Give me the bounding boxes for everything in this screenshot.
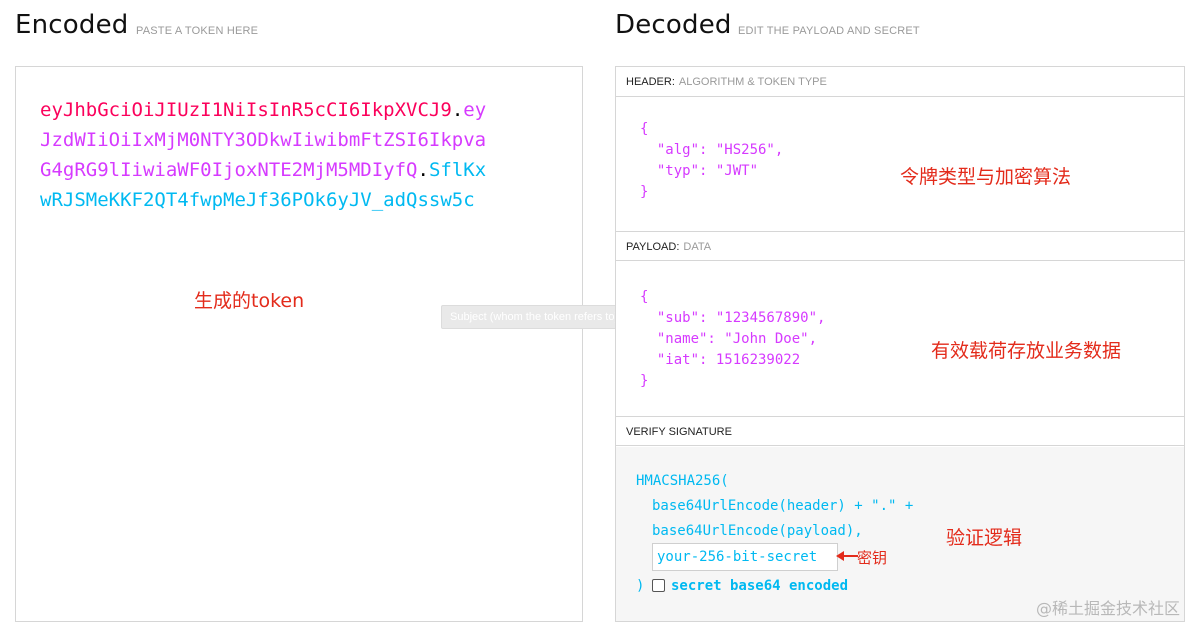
token-segment: SflKx [428,159,487,181]
json-line: "iat": 1516239022 [640,352,801,368]
encoded-subtitle: PASTE A TOKEN HERE [136,25,259,37]
verify-line-header: base64UrlEncode(header) + "." + [652,498,914,514]
base64-encoded-checkbox[interactable] [652,579,665,592]
header-section-title: HEADER: ALGORITHM & TOKEN TYPE [616,67,1184,97]
header-label: HEADER: [626,76,675,88]
secret-input[interactable] [652,543,838,571]
encoded-title: Encoded [15,10,129,40]
header-sublabel: ALGORITHM & TOKEN TYPE [678,76,827,88]
json-line: } [640,373,649,389]
token-segment: wRJSMeKKF2QT4fwpMeJf36POk6yJV_adQssw5c [40,189,475,211]
header-json-editor[interactable]: { "alg": "HS256", "typ": "JWT"} [640,119,783,203]
payload-annotation: 有效载荷存放业务数据 [931,340,1122,362]
json-line: "name": "John Doe", [640,331,818,347]
token-line: eyJhbGciOiJIUzI1NiIsInR5cCI6IkpXVCJ9.ey [40,95,560,125]
token-segment: G4gRG9lIiwiaWF0IjoxNTE2MjM5MDIyfQ [40,159,418,181]
decoded-subtitle: EDIT THE PAYLOAD AND SECRET [738,25,920,37]
token-annotation: 生成的token [194,290,305,312]
claim-tooltip: Subject (whom the token refers to) [441,305,638,329]
verify-line-hmac: HMACSHA256( [636,473,729,489]
encoded-token-editor[interactable]: eyJhbGciOiJIUzI1NiIsInR5cCI6IkpXVCJ9.ey J… [15,66,583,622]
token-line: wRJSMeKKF2QT4fwpMeJf36POk6yJV_adQssw5c [40,185,560,215]
payload-sublabel: DATA [683,241,712,253]
json-line: { [640,121,649,137]
token-segment: . [417,159,429,181]
watermark: @稀土掘金技术社区 [1035,599,1180,618]
verify-line-payload: base64UrlEncode(payload), [652,523,863,539]
json-line: "alg": "HS256", [640,142,784,158]
verify-section-title: VERIFY SIGNATURE [616,416,1184,446]
json-line: } [640,184,649,200]
payload-label: PAYLOAD: [626,241,680,253]
secret-annotation: 密钥 [857,549,888,567]
json-line: "typ": "JWT" [640,163,759,179]
decoded-title: Decoded [615,10,732,40]
token-text[interactable]: eyJhbGciOiJIUzI1NiIsInR5cCI6IkpXVCJ9.ey J… [40,95,560,215]
token-line: G4gRG9lIiwiaWF0IjoxNTE2MjM5MDIyfQ.SflKx [40,155,560,185]
base64-encoded-label[interactable]: secret base64 encoded [671,578,848,594]
verify-close-paren: ) [636,578,645,594]
token-segment: eyJhbGciOiJIUzI1NiIsInR5cCI6IkpXVCJ9 [40,99,452,121]
verify-annotation: 验证逻辑 [946,527,1023,549]
payload-json-editor[interactable]: { "sub": "1234567890", "name": "John Doe… [640,287,825,392]
token-segment: . [451,99,464,121]
payload-section-title: PAYLOAD: DATA [616,231,1184,261]
token-segment: JzdWIiOiIxMjM0NTY3ODkwIiwibmFtZSI6Ikpva [40,129,487,151]
json-line: "sub": "1234567890", [640,310,826,326]
json-line: { [640,289,649,305]
header-annotation: 令牌类型与加密算法 [900,166,1072,188]
token-line: JzdWIiOiIxMjM0NTY3ODkwIiwibmFtZSI6Ikpva [40,125,560,155]
token-segment: ey [463,99,487,121]
verify-label: VERIFY SIGNATURE [626,426,732,438]
